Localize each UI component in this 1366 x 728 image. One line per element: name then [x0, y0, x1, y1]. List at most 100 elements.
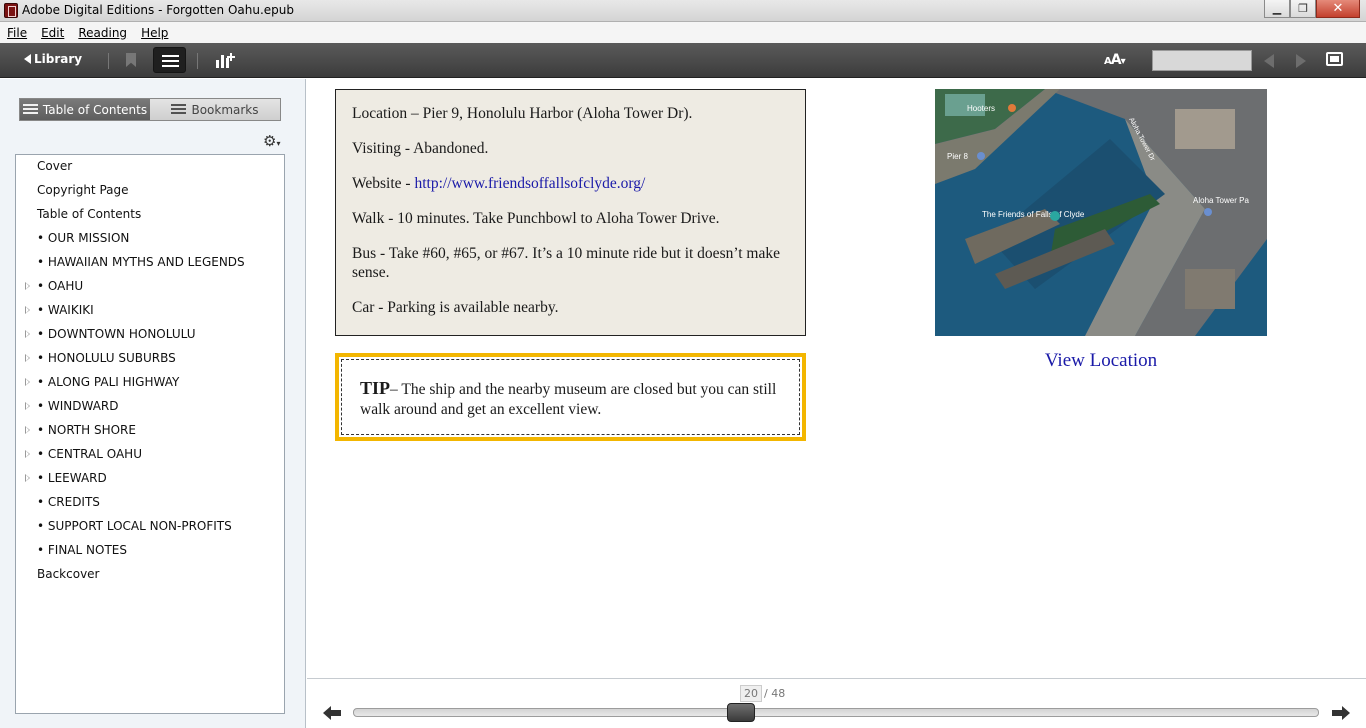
previous-page-icon[interactable]: [1264, 54, 1274, 68]
toc-item-label: • CREDITS: [37, 495, 100, 509]
info-walk: Walk - 10 minutes. Take Punchbowl to Alo…: [352, 210, 720, 227]
toolbar: Library AA▾: [0, 43, 1366, 78]
info-website: Website - http://www.friendsoffallsofcly…: [352, 174, 792, 193]
previous-page-arrow-icon[interactable]: [323, 706, 341, 720]
font-size-big-a: A: [1110, 52, 1122, 68]
toc-item[interactable]: • LEEWARD: [16, 466, 284, 490]
stats-bar: [221, 55, 224, 68]
toc-item[interactable]: Copyright Page: [16, 178, 284, 202]
tip-box: TIP– The ship and the nearby museum are …: [335, 353, 806, 441]
minimize-button[interactable]: ▁: [1264, 0, 1290, 18]
menu-file-label: File: [7, 25, 28, 40]
toc-item-label: Backcover: [37, 567, 100, 581]
expand-arrow-icon[interactable]: [25, 474, 30, 482]
next-page-icon[interactable]: [1296, 54, 1306, 68]
toc-list: Cover Copyright Page Table of Contents • OU…: [15, 154, 285, 714]
info-location: Location – Pier 9, Honolulu Harbor (Aloh…: [352, 105, 693, 122]
toc-item[interactable]: • SUPPORT LOCAL NON-PROFITS: [16, 514, 284, 538]
gear-icon[interactable]: ⚙▾: [263, 132, 280, 150]
info-bus: Bus - Take #60, #65, or #67. It’s a 10 m…: [352, 245, 780, 281]
menu-bar: File Edit Reading Help: [0, 22, 1366, 43]
tab-bookmarks-label: Bookmarks: [191, 102, 259, 117]
window-title: Adobe Digital Editions - Forgotten Oahu.…: [22, 3, 294, 17]
tip-inner: TIP– The ship and the nearby museum are …: [341, 359, 800, 435]
toc-item[interactable]: Backcover: [16, 562, 284, 586]
toc-item[interactable]: • CENTRAL OAHU: [16, 442, 284, 466]
reading-stats-icon[interactable]: [216, 52, 235, 68]
toc-item[interactable]: • WAIKIKI: [16, 298, 284, 322]
page-slider-track[interactable]: [353, 708, 1319, 717]
toc-item[interactable]: • HAWAIIAN MYTHS AND LEGENDS: [16, 250, 284, 274]
expand-arrow-icon[interactable]: [25, 282, 30, 290]
window-controls: ▁ ❐ ✕: [1264, 0, 1360, 20]
toc-item[interactable]: • ALONG PALI HIGHWAY: [16, 370, 284, 394]
current-page-field[interactable]: 20: [740, 685, 762, 702]
expand-arrow-icon[interactable]: [25, 426, 30, 434]
toc-item-label: • HONOLULU SUBURBS: [37, 351, 176, 365]
map-label-friends: The Friends of Falls of Clyde: [982, 210, 1085, 219]
tab-bookmarks[interactable]: Bookmarks: [150, 99, 280, 120]
title-bar: Adobe Digital Editions - Forgotten Oahu.…: [0, 0, 1366, 22]
menu-edit-label: Edit: [41, 25, 65, 40]
map-image[interactable]: Hooters Pier 8 The Friends of Falls of C…: [935, 89, 1267, 336]
list-icon: [162, 55, 179, 67]
close-button[interactable]: ✕: [1316, 0, 1360, 18]
expand-arrow-icon[interactable]: [25, 330, 30, 338]
expand-arrow-icon[interactable]: [25, 402, 30, 410]
library-label: Library: [34, 52, 83, 66]
expand-arrow-icon[interactable]: [25, 450, 30, 458]
toc-item-label: • WAIKIKI: [37, 303, 94, 317]
toc-item[interactable]: • NORTH SHORE: [16, 418, 284, 442]
bookmarks-icon: [171, 104, 187, 115]
next-page-arrow-icon[interactable]: [1332, 706, 1350, 720]
tab-table-of-contents[interactable]: Table of Contents: [20, 99, 150, 120]
toc-item-label: • NORTH SHORE: [37, 423, 136, 437]
bookmark-icon[interactable]: [126, 53, 136, 67]
info-car: Car - Parking is available nearby.: [352, 299, 559, 316]
search-input[interactable]: [1152, 50, 1252, 71]
toc-item[interactable]: • OUR MISSION: [16, 226, 284, 250]
toc-item[interactable]: Cover: [16, 154, 284, 178]
fullscreen-icon[interactable]: [1326, 52, 1343, 66]
toc-item-label: • ALONG PALI HIGHWAY: [37, 375, 180, 389]
toc-item-label: • OAHU: [37, 279, 84, 293]
toc-toggle-button[interactable]: [153, 47, 186, 73]
menu-reading[interactable]: Reading: [71, 26, 134, 40]
toc-item-label: Table of Contents: [37, 207, 142, 221]
toc-item[interactable]: • OAHU: [16, 274, 284, 298]
toc-item[interactable]: • CREDITS: [16, 490, 284, 514]
font-size-button[interactable]: AA▾: [1104, 52, 1126, 68]
page-indicator: 20 / 48: [740, 685, 785, 702]
stats-bar: [216, 60, 219, 68]
tab-toc-label: Table of Contents: [42, 102, 148, 117]
map-label-hooters: Hooters: [967, 104, 995, 113]
menu-edit[interactable]: Edit: [34, 26, 71, 40]
toc-item-label: Cover: [37, 159, 73, 173]
website-link[interactable]: http://www.friendsoffallsofclyde.org/: [414, 175, 645, 192]
toc-item[interactable]: • FINAL NOTES: [16, 538, 284, 562]
info-visiting: Visiting - Abandoned.: [352, 140, 489, 157]
expand-arrow-icon[interactable]: [25, 378, 30, 386]
info-website-prefix: Website -: [352, 175, 415, 192]
back-arrow-icon: [24, 54, 31, 64]
toc-item-label: • SUPPORT LOCAL NON-PROFITS: [37, 519, 232, 533]
location-info-box: Location – Pier 9, Honolulu Harbor (Aloh…: [335, 89, 806, 336]
toc-item-label: • WINDWARD: [37, 399, 119, 413]
toc-item[interactable]: • WINDWARD: [16, 394, 284, 418]
menu-file[interactable]: File: [0, 26, 34, 40]
expand-arrow-icon[interactable]: [25, 306, 30, 314]
library-button[interactable]: Library: [24, 52, 82, 66]
toc-item[interactable]: • DOWNTOWN HONOLULU: [16, 322, 284, 346]
toc-icon: [22, 104, 38, 115]
expand-arrow-icon[interactable]: [25, 354, 30, 362]
menu-reading-label: Reading: [78, 25, 128, 40]
menu-help[interactable]: Help: [134, 26, 175, 40]
maximize-button[interactable]: ❐: [1290, 0, 1316, 18]
toolbar-divider: [197, 53, 198, 69]
sidebar: Table of Contents Bookmarks ⚙▾ Cover Copy…: [0, 79, 306, 728]
toc-item[interactable]: Table of Contents: [16, 202, 284, 226]
toc-item[interactable]: • HONOLULU SUBURBS: [16, 346, 284, 370]
view-location-link[interactable]: View Location: [935, 350, 1267, 372]
page-slider-thumb[interactable]: [727, 703, 755, 722]
page-navigation-bar: 20 / 48: [307, 678, 1366, 728]
